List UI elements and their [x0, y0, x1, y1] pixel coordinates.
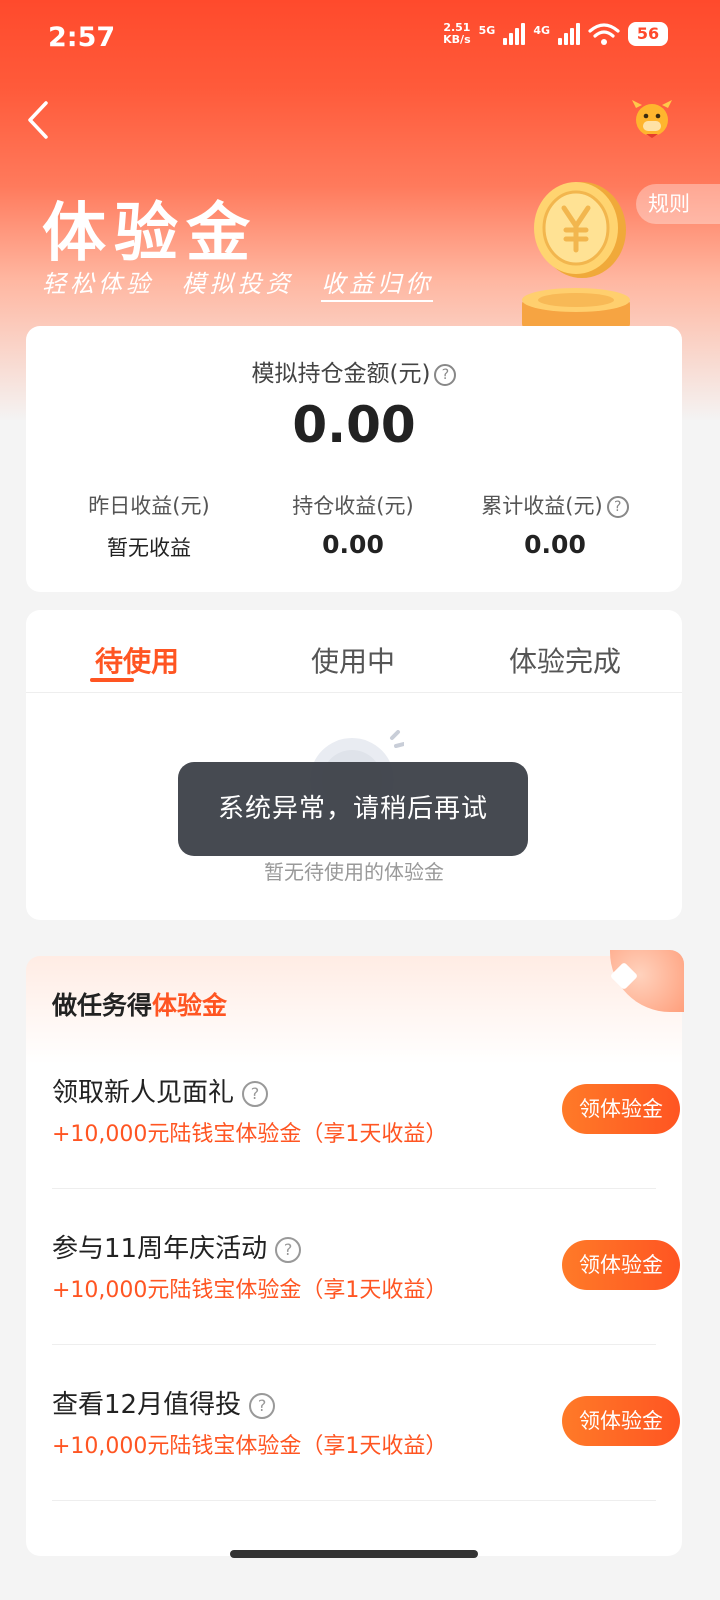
active-tab-indicator [90, 678, 134, 682]
error-toast: 系统异常，请稍后再试 [178, 762, 528, 856]
help-icon[interactable]: ? [434, 363, 457, 386]
ox-mascot-icon[interactable] [628, 96, 676, 140]
tasks-title: 做任务得体验金 [52, 991, 228, 1020]
subtitle-segment: 收益归你 [321, 270, 434, 302]
status-indicators: 2.51 KB/s 5G 4G 56 [443, 22, 668, 46]
yuan-coin-icon [534, 182, 626, 278]
back-chevron-icon[interactable] [20, 95, 60, 145]
subtitle-segment: 轻松体验 [42, 270, 154, 298]
battery-indicator: 56 [628, 22, 668, 46]
total-earnings: 累计收益(元)? 0.00 [446, 490, 664, 559]
holding-amount-label: 模拟持仓金额(元)? [26, 354, 682, 388]
task-item: 领取新人见面礼? +10,000元陆钱宝体验金（享1天收益） 领体验金 [52, 1072, 680, 1228]
divider [26, 692, 682, 693]
tasks-card: 做任务得体验金 领取新人见面礼? +10,000元陆钱宝体验金（享1天收益） 领… [26, 950, 684, 1556]
signal-icon [503, 23, 526, 45]
task-reward: +10,000元陆钱宝体验金（享1天收益） [52, 1278, 448, 1303]
task-item: 参与11周年庆活动? +10,000元陆钱宝体验金（享1天收益） 领体验金 [52, 1228, 680, 1384]
position-earnings: 持仓收益(元) 0.00 [292, 494, 414, 559]
empty-state-text: 暂无待使用的体验金 [264, 860, 444, 884]
help-icon[interactable]: ? [242, 1080, 269, 1107]
status-bar: 2:57 2.51 KB/s 5G 4G 56 [0, 0, 720, 80]
page-subtitle: 轻松体验 模拟投资 收益归你 [42, 264, 449, 302]
help-icon[interactable]: ? [275, 1236, 302, 1263]
task-reward: +10,000元陆钱宝体验金（享1天收益） [52, 1434, 448, 1459]
coin-stack-icon [522, 288, 630, 328]
task-reward: +10,000元陆钱宝体验金（享1天收益） [52, 1122, 448, 1147]
page-title: 体验金 [42, 197, 258, 271]
rules-button[interactable]: 规则 [636, 184, 720, 224]
help-icon[interactable]: ? [606, 496, 629, 518]
divider [52, 1344, 656, 1345]
claim-voucher-button[interactable]: 领体验金 [562, 1240, 680, 1290]
divider [52, 1188, 656, 1189]
signal-4g-label: 4G [533, 24, 550, 37]
yesterday-earnings: 昨日收益(元) 暂无收益 [88, 494, 210, 560]
task-item: 查看12月值得投? +10,000元陆钱宝体验金（享1天收益） 领体验金 [52, 1384, 680, 1540]
divider [52, 1500, 656, 1501]
asset-summary-card: 模拟持仓金额(元)? 0.00 昨日收益(元) 暂无收益 持仓收益(元) 0.0… [26, 326, 682, 592]
tab-pending[interactable]: 待使用 [28, 640, 246, 680]
status-time: 2:57 [48, 22, 116, 53]
home-indicator[interactable] [230, 1550, 478, 1558]
claim-voucher-button[interactable]: 领体验金 [562, 1396, 680, 1446]
help-icon[interactable]: ? [249, 1392, 276, 1419]
signal-5g-label: 5G [478, 24, 496, 37]
subtitle-segment: 模拟投资 [181, 270, 294, 298]
tab-completed[interactable]: 体验完成 [456, 640, 674, 680]
holding-amount-value: 0.00 [292, 396, 416, 454]
signal-icon [558, 23, 580, 45]
wifi-icon [588, 23, 620, 45]
claim-voucher-button[interactable]: 领体验金 [562, 1084, 680, 1134]
network-speed: 2.51 KB/s [443, 21, 471, 46]
tab-in-use[interactable]: 使用中 [244, 640, 462, 680]
